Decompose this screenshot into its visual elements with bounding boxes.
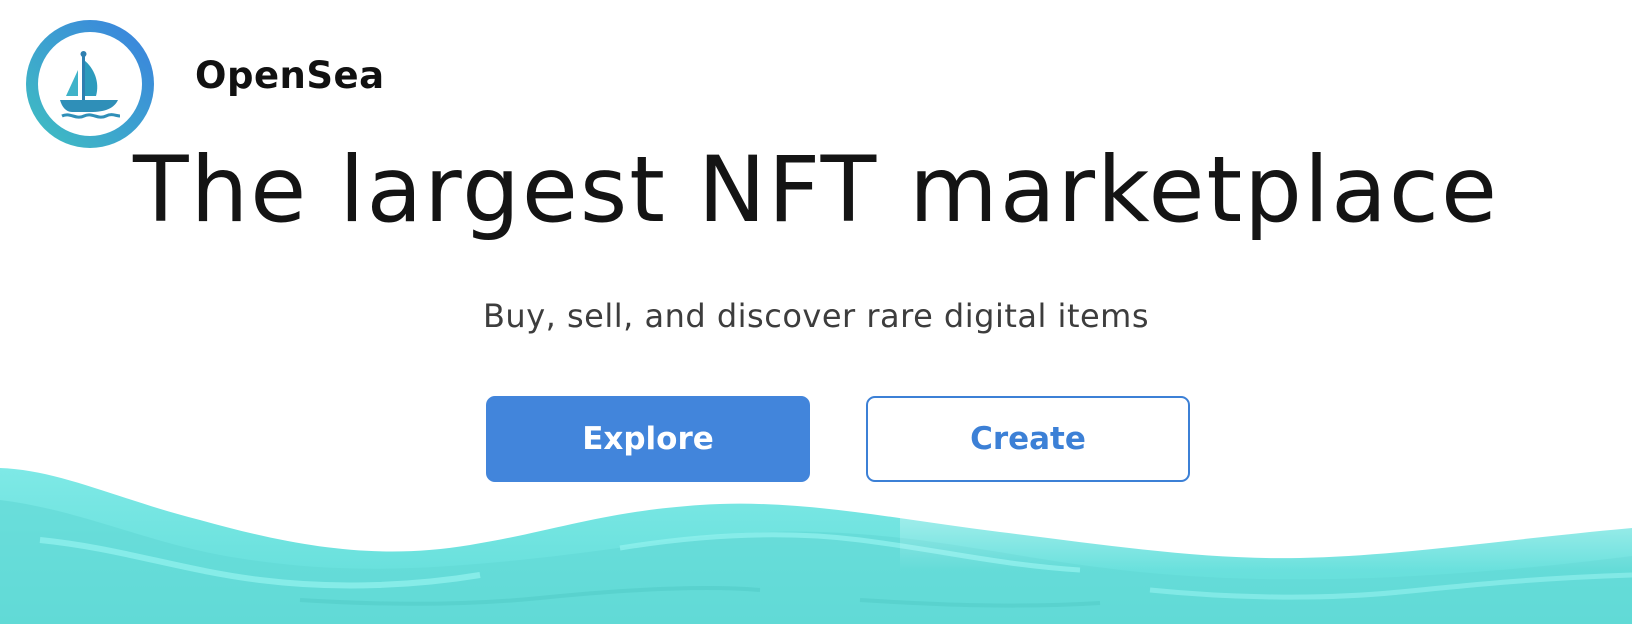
page-subtitle: Buy, sell, and discover rare digital ite… xyxy=(482,297,1150,335)
create-button[interactable]: Create xyxy=(866,396,1190,482)
explore-button[interactable]: Explore xyxy=(486,396,810,482)
opensea-ship-logo-icon[interactable] xyxy=(26,20,154,148)
page-title: The largest NFT marketplace xyxy=(133,138,1499,243)
landing-page: OpenSea The largest NFT marketplace Buy,… xyxy=(0,0,1632,624)
brand-name[interactable]: OpenSea xyxy=(195,54,385,97)
